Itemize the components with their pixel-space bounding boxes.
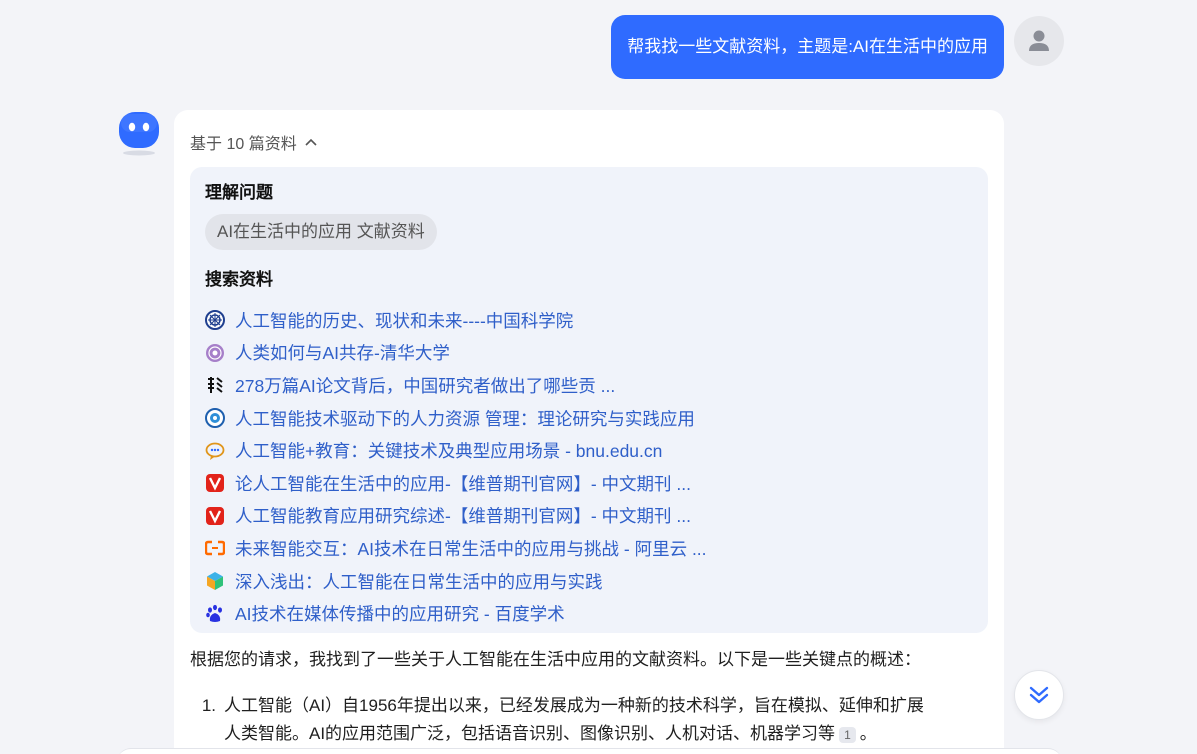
double-chevron-down-icon (1029, 686, 1049, 704)
answer-point-line: 人工智能（AI）自1956年提出以来，已经发展成为一种新的技术科学，旨在模拟、延… (224, 696, 924, 715)
cas-icon (205, 310, 225, 331)
tsinghua-icon (205, 343, 225, 363)
university-icon (205, 408, 225, 429)
sources-toggle[interactable]: 基于 10 篇资料 (190, 130, 317, 154)
robot-face-icon (119, 112, 159, 156)
cqvip-icon (205, 506, 225, 526)
sources-toggle-label: 基于 10 篇资料 (190, 136, 297, 153)
answer-point-end: 。 (859, 724, 877, 743)
chat-input-area[interactable] (117, 748, 1062, 754)
source-item[interactable]: 人工智能+教育：关键技术及典型应用场景 - bnu.edu.cn (205, 434, 973, 467)
source-link[interactable]: 人工智能+教育：关键技术及典型应用场景 - bnu.edu.cn (235, 438, 662, 463)
thepaper-icon (205, 375, 225, 395)
source-item[interactable]: 论人工智能在生活中的应用-【维普期刊官网】- 中文期刊 ... (205, 467, 973, 500)
source-link[interactable]: 深入浅出：人工智能在日常生活中的应用与实践 (235, 569, 603, 594)
source-item[interactable]: 人类如何与AI共存-清华大学 (205, 337, 973, 370)
cube-icon (205, 571, 225, 591)
answer-list: 1. 人工智能（AI）自1956年提出以来，已经发展成为一种新的技术科学，旨在模… (190, 692, 980, 748)
source-link[interactable]: 人工智能的历史、现状和未来----中国科学院 (235, 308, 573, 333)
source-link[interactable]: AI技术在媒体传播中的应用研究 - 百度学术 (235, 601, 565, 626)
search-title: 搜索资料 (205, 270, 273, 289)
scroll-to-bottom-button[interactable] (1014, 670, 1064, 720)
answer-point-line: 人类智能。AI的应用范围广泛，包括语音识别、图像识别、人机对话、机器学习等 (224, 724, 836, 743)
chevron-up-icon (305, 138, 317, 146)
answer-point-text: 人工智能（AI）自1956年提出以来，已经发展成为一种新的技术科学，旨在模拟、延… (224, 692, 924, 748)
source-item[interactable]: 未来智能交互：AI技术在日常生活中的应用与挑战 - 阿里云 ... (205, 532, 973, 565)
source-link[interactable]: 人工智能教育应用研究综述-【维普期刊官网】- 中文期刊 ... (235, 503, 691, 528)
answer-point: 1. 人工智能（AI）自1956年提出以来，已经发展成为一种新的技术科学，旨在模… (190, 692, 980, 748)
source-link[interactable]: 人类如何与AI共存-清华大学 (235, 340, 450, 365)
answer-point-number: 1. (201, 696, 216, 715)
answer-intro: 根据您的请求，我找到了一些关于人工智能在生活中应用的文献资料。以下是一些关键点的… (190, 650, 921, 669)
user-message-bubble: 帮我找一些文献资料，主题是:AI在生活中的应用 (611, 15, 1004, 79)
baidu-icon (205, 604, 225, 624)
source-link[interactable]: 未来智能交互：AI技术在日常生活中的应用与挑战 - 阿里云 ... (235, 536, 707, 561)
source-item[interactable]: 深入浅出：人工智能在日常生活中的应用与实践 (205, 565, 973, 598)
assistant-response-card: 基于 10 篇资料 理解问题 AI在生活中的应用 文献资料 搜索资料 人工智能的… (174, 110, 1004, 754)
source-item[interactable]: 278万篇AI论文背后，中国研究者做出了哪些贡 ... (205, 369, 973, 402)
source-list: 人工智能的历史、现状和未来----中国科学院 人类如何与AI共存-清华大学 27… (205, 304, 973, 630)
aliyun-icon (205, 538, 225, 558)
bnu-icon (205, 441, 225, 461)
source-item[interactable]: AI技术在媒体传播中的应用研究 - 百度学术 (205, 597, 973, 630)
source-link[interactable]: 论人工智能在生活中的应用-【维普期刊官网】- 中文期刊 ... (235, 471, 691, 496)
source-item[interactable]: 人工智能技术驱动下的人力资源 管理：理论研究与实践应用 (205, 402, 973, 435)
user-icon (1029, 30, 1049, 51)
source-link[interactable]: 人工智能技术驱动下的人力资源 管理：理论研究与实践应用 (235, 406, 695, 431)
understand-title: 理解问题 (205, 183, 273, 202)
citation-badge[interactable]: 1 (839, 726, 856, 743)
query-chip: AI在生活中的应用 文献资料 (205, 214, 437, 250)
assistant-avatar (117, 110, 161, 156)
source-item[interactable]: 人工智能教育应用研究综述-【维普期刊官网】- 中文期刊 ... (205, 500, 973, 533)
source-item[interactable]: 人工智能的历史、现状和未来----中国科学院 (205, 304, 973, 337)
sources-panel: 理解问题 AI在生活中的应用 文献资料 搜索资料 人工智能的历史、现状和未来--… (190, 167, 988, 633)
user-avatar[interactable] (1014, 16, 1064, 66)
source-link[interactable]: 278万篇AI论文背后，中国研究者做出了哪些贡 ... (235, 373, 615, 398)
cqvip-icon (205, 473, 225, 493)
user-message-text: 帮我找一些文献资料，主题是:AI在生活中的应用 (627, 37, 988, 56)
